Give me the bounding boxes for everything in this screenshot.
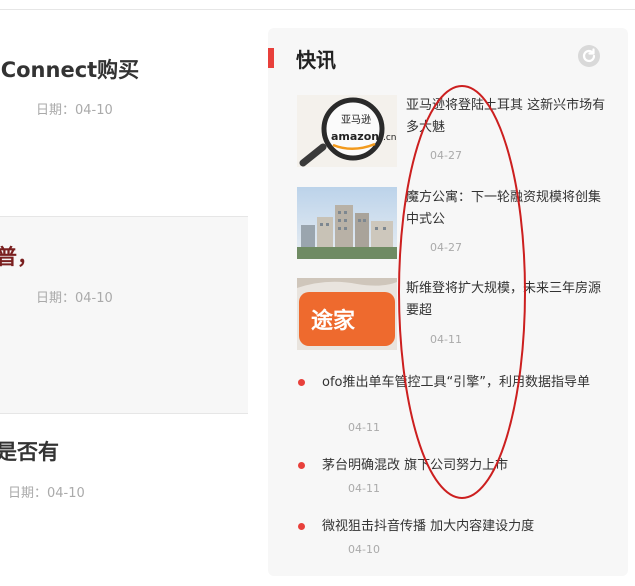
- svg-text:途家: 途家: [311, 308, 356, 334]
- news-item-date: 04-27: [430, 149, 462, 162]
- article-item[interactable]: 是否有 日期：04-10: [0, 414, 248, 586]
- news-item-title[interactable]: 亚马逊将登陆土耳其 这新兴市场有多大魅: [406, 95, 610, 139]
- article-list: -Connect购买 日期：04-10 普， 日期：04-10 是否有 日期：0…: [0, 10, 248, 586]
- svg-text:亚马逊: 亚马逊: [341, 114, 371, 126]
- bullet-dot: [298, 523, 305, 530]
- article-title[interactable]: 普，: [0, 243, 38, 271]
- news-flash-panel: 快讯 亚马逊 amazon .cn 亚马逊将登陆土耳其 这新兴市场有多大魅 04…: [268, 28, 628, 576]
- refresh-icon[interactable]: [578, 45, 600, 67]
- news-item-date: 04-11: [348, 421, 380, 434]
- amazon-magnifier-image[interactable]: 亚马逊 amazon .cn: [297, 95, 397, 167]
- news-item-title[interactable]: 茅台明确混改 旗下公司努力上市: [322, 455, 606, 477]
- article-date: 日期：04-10: [36, 103, 113, 118]
- article-item[interactable]: -Connect购买 日期：04-10: [0, 20, 248, 216]
- svg-text:.cn: .cn: [383, 133, 397, 143]
- news-item-date: 04-11: [348, 482, 380, 495]
- news-item-title[interactable]: 斯维登将扩大规模，未来三年房源要超: [406, 278, 610, 322]
- news-item-title[interactable]: ofo推出单车管控工具“引擎”，利用数据指导单: [322, 372, 606, 394]
- article-item[interactable]: 普， 日期：04-10: [0, 216, 248, 414]
- panel-accent-bar: [268, 48, 274, 68]
- apartment-buildings-image[interactable]: [297, 187, 397, 259]
- news-item-date: 04-27: [430, 241, 462, 254]
- article-date: 日期：04-10: [36, 291, 113, 306]
- svg-text:amazon: amazon: [331, 130, 379, 143]
- news-item-date: 04-10: [348, 543, 380, 556]
- bullet-dot: [298, 379, 305, 386]
- news-item-date: 04-11: [430, 333, 462, 346]
- panel-title: 快讯: [296, 48, 336, 72]
- article-date: 日期：04-10: [8, 486, 85, 501]
- tujia-logo-image[interactable]: 途家: [297, 278, 397, 350]
- news-item-title[interactable]: 魔方公寓：下一轮融资规模将创集中式公: [406, 187, 610, 231]
- news-item-title[interactable]: 微视狙击抖音传播 加大内容建设力度: [322, 516, 606, 538]
- article-title[interactable]: 是否有: [0, 438, 59, 466]
- article-title[interactable]: -Connect购买: [0, 56, 139, 84]
- bullet-dot: [298, 462, 305, 469]
